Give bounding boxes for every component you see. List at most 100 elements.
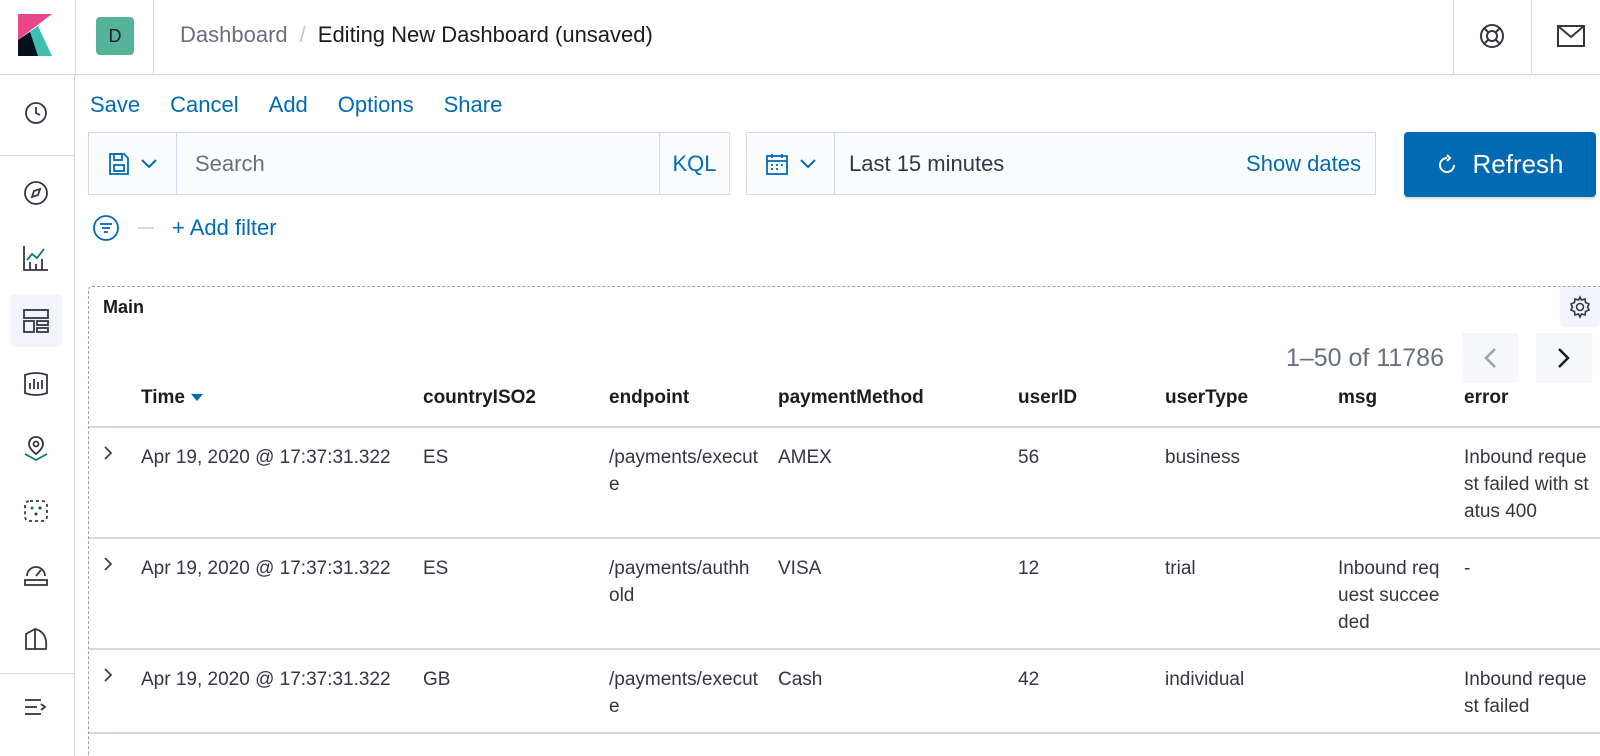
quick-select-button[interactable] xyxy=(747,133,835,194)
dashboard-panel: Main 1–50 of 11786 Time countryISO2 endp… xyxy=(88,286,1600,756)
table-row: Apr 19, 2020 @ 17:37:31.322 ES /payments… xyxy=(89,427,1600,538)
refresh-button[interactable]: Refresh xyxy=(1404,132,1596,197)
cell: 56 xyxy=(1018,447,1040,468)
expand-row-chevron-icon[interactable] xyxy=(89,538,131,649)
column-header[interactable]: paymentMethod xyxy=(768,387,1008,427)
filter-options-icon[interactable] xyxy=(92,214,120,242)
save-link[interactable]: Save xyxy=(90,92,140,118)
options-link[interactable]: Options xyxy=(338,92,414,118)
cell: individual xyxy=(1165,669,1245,690)
next-page-button[interactable] xyxy=(1536,333,1592,383)
column-header[interactable]: endpoint xyxy=(599,387,768,427)
cell: Inbound request succeeded xyxy=(1338,558,1440,633)
breadcrumb-dashboard[interactable]: Dashboard xyxy=(180,22,288,48)
maps-icon[interactable] xyxy=(10,422,62,474)
cell-time: Apr 19, 2020 @ 17:37:31.322 xyxy=(141,558,391,579)
cancel-link[interactable]: Cancel xyxy=(170,92,238,118)
table-row: Apr 19, 2020 @ 17:37:31.322 ES /payments… xyxy=(89,538,1600,649)
cell: Inbound request failed with status 400 xyxy=(1464,447,1589,522)
share-link[interactable]: Share xyxy=(444,92,503,118)
cell: /payments/execute xyxy=(609,669,758,717)
show-dates-link[interactable]: Show dates xyxy=(1246,133,1375,194)
dashboard-icon[interactable] xyxy=(10,295,62,347)
query-bar: KQL xyxy=(88,132,730,195)
side-navigation xyxy=(0,75,75,756)
column-header[interactable]: msg xyxy=(1328,387,1454,427)
filter-bar: + Add filter xyxy=(92,214,277,242)
metrics-icon[interactable] xyxy=(10,548,62,600)
pagination: 1–50 of 11786 xyxy=(1286,333,1592,383)
time-range-label[interactable]: Last 15 minutes xyxy=(835,133,1246,194)
cell: business xyxy=(1165,447,1240,468)
space-avatar[interactable]: D xyxy=(96,17,134,55)
header-divider xyxy=(1453,0,1454,75)
cell: - xyxy=(1464,558,1471,579)
nav-divider xyxy=(0,155,75,156)
nav-divider xyxy=(0,673,75,674)
visualize-icon[interactable] xyxy=(10,232,62,284)
expand-row-chevron-icon[interactable] xyxy=(89,427,131,538)
cell: /payments/authhold xyxy=(609,558,750,606)
header-expand xyxy=(89,387,131,427)
add-link[interactable]: Add xyxy=(269,92,308,118)
discover-compass-icon[interactable] xyxy=(10,167,62,219)
kibana-logo-icon[interactable] xyxy=(18,14,54,56)
cell xyxy=(1328,649,1454,733)
column-header[interactable]: error xyxy=(1454,387,1600,427)
column-header[interactable]: userID xyxy=(1008,387,1155,427)
logs-icon[interactable] xyxy=(10,612,62,664)
cell: trial xyxy=(1165,558,1196,579)
top-header: D Dashboard / Editing New Dashboard (uns… xyxy=(0,0,1600,75)
documents-table: Time countryISO2 endpoint paymentMethod … xyxy=(89,387,1600,734)
column-header[interactable]: userType xyxy=(1155,387,1328,427)
previous-page-button[interactable] xyxy=(1462,333,1518,383)
breadcrumb-current: Editing New Dashboard (unsaved) xyxy=(317,22,653,47)
cell: VISA xyxy=(778,558,822,579)
mail-icon[interactable] xyxy=(1553,18,1589,54)
cell: Cash xyxy=(778,669,823,690)
saved-query-button[interactable] xyxy=(89,133,177,194)
panel-title: Main xyxy=(103,297,145,317)
sort-descending-icon[interactable] xyxy=(191,394,204,402)
breadcrumb: Dashboard / Editing New Dashboard (unsav… xyxy=(180,22,653,48)
expand-row-chevron-icon[interactable] xyxy=(89,649,131,733)
cell: 12 xyxy=(1018,558,1040,579)
search-input[interactable] xyxy=(177,133,659,194)
cell: /payments/execute xyxy=(609,447,758,495)
refresh-label: Refresh xyxy=(1472,149,1564,179)
filter-divider xyxy=(138,227,154,229)
chevron-down-icon xyxy=(140,158,157,168)
date-picker: Last 15 minutes Show dates xyxy=(746,132,1376,195)
header-divider xyxy=(75,0,76,75)
canvas-icon[interactable] xyxy=(10,358,62,410)
cell-time: Apr 19, 2020 @ 17:37:31.322 xyxy=(141,669,391,690)
column-header-time[interactable]: Time xyxy=(131,387,413,427)
cell xyxy=(1328,427,1454,538)
cell: GB xyxy=(423,669,451,690)
cell: 42 xyxy=(1018,669,1040,690)
calendar-icon xyxy=(765,153,788,175)
cell: ES xyxy=(423,558,449,579)
header-divider xyxy=(1531,0,1532,75)
chevron-right-icon xyxy=(1558,348,1570,368)
breadcrumb-separator: / xyxy=(299,22,306,47)
top-menu: Save Cancel Add Options Share xyxy=(90,92,502,118)
cell: Inbound request failed xyxy=(1464,669,1587,717)
add-filter-button[interactable]: + Add filter xyxy=(172,215,277,241)
cell-time: Apr 19, 2020 @ 17:37:31.322 xyxy=(141,447,391,468)
save-disk-icon xyxy=(108,152,129,175)
column-header[interactable]: countryISO2 xyxy=(413,387,599,427)
machine-learning-icon[interactable] xyxy=(10,485,62,537)
chevron-left-icon xyxy=(1484,348,1496,368)
cell: AMEX xyxy=(778,447,832,468)
header-divider xyxy=(153,0,154,75)
help-icon[interactable] xyxy=(1474,18,1510,54)
dock-navigation-icon[interactable] xyxy=(10,681,62,733)
cell: ES xyxy=(423,447,449,468)
pagination-count: 1–50 of 11786 xyxy=(1285,343,1444,372)
recently-viewed-icon[interactable] xyxy=(10,87,62,139)
query-language-button[interactable]: KQL xyxy=(659,133,729,194)
table-row: Apr 19, 2020 @ 17:37:31.322 GB /payments… xyxy=(89,649,1600,733)
panel-options-gear-icon[interactable] xyxy=(1560,287,1600,327)
table-header-row: Time countryISO2 endpoint paymentMethod … xyxy=(89,387,1600,427)
